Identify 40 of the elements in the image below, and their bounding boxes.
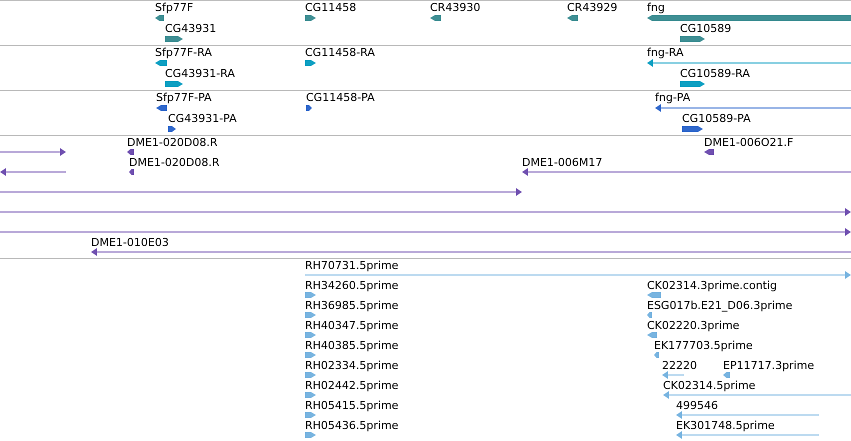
feature-label: EK301748.5prime (676, 419, 775, 432)
feature-label: RH02334.5prime (305, 359, 398, 372)
feature-label: CR43929 (567, 1, 618, 14)
feature-label: EP11717.3prime (723, 359, 814, 372)
feature-label: CK02314.3prime.contig (647, 279, 778, 292)
feature-label: CG10589-RA (680, 67, 750, 80)
feature-label: RH40385.5prime (305, 339, 398, 352)
feature-label: CK02220.3prime (647, 319, 740, 332)
feature-label: DME1-020D08.R (129, 156, 220, 169)
feature-label: CG10589 (680, 22, 732, 35)
feature-label: 499546 (676, 399, 718, 412)
feature-label: Sfp77F (155, 1, 194, 14)
feature-label: CG43931 (165, 22, 216, 35)
feature-label: EK177703.5prime (654, 339, 753, 352)
feature-label: CG10589-PA (682, 112, 751, 125)
feature-label: CG11458 (305, 1, 356, 14)
feature-label: RH05436.5prime (305, 419, 398, 432)
feature-label: DME1-010E03 (91, 236, 169, 249)
feature-label: DME1-006O21.F (704, 136, 794, 149)
feature-label: CG11458-RA (305, 46, 375, 59)
feature-label: RH34260.5prime (305, 279, 398, 292)
feature-label: DME1-020D08.R (127, 136, 218, 149)
feature-label: RH36985.5prime (305, 299, 398, 312)
feature-label: 22220 (662, 359, 697, 372)
feature-label: RH05415.5prime (305, 399, 398, 412)
feature-label: fng-PA (655, 91, 690, 104)
feature-label: CR43930 (430, 1, 480, 14)
feature-label: CG43931-RA (165, 67, 235, 80)
feature-label: CG43931-PA (168, 112, 237, 125)
feature-label: ESG017b.E21_D06.3prime (647, 299, 792, 312)
feature-label: RH70731.5prime (305, 259, 398, 272)
feature-label: fng-RA (647, 46, 684, 59)
feature-label: Sfp77F-RA (155, 46, 212, 59)
feature-label: DME1-006M17 (522, 156, 602, 169)
feature-label: CK02314.5prime (663, 379, 756, 392)
feature-label: CG11458-PA (306, 91, 375, 104)
feature-label: RH40347.5prime (305, 319, 398, 332)
feature-label: fng (647, 1, 665, 14)
feature-label: Sfp77F-PA (156, 91, 212, 104)
feature-label: RH02442.5prime (305, 379, 398, 392)
